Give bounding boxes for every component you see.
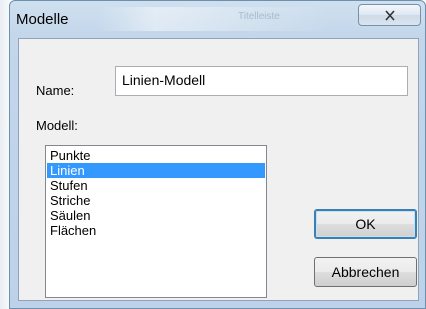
background-desktop [0, 0, 9, 309]
title-bar-glass: Titelleiste [98, 7, 328, 31]
list-item-linien[interactable]: Linien [47, 163, 265, 178]
name-label: Name: [36, 83, 75, 98]
close-button[interactable] [358, 4, 421, 26]
window-title: Modelle [16, 11, 69, 28]
cancel-button[interactable]: Abbrechen [314, 257, 417, 287]
list-item-saeulen[interactable]: Säulen [47, 208, 265, 223]
list-item-stufen[interactable]: Stufen [47, 178, 265, 193]
list-item-striche[interactable]: Striche [47, 193, 265, 208]
close-icon [384, 9, 396, 21]
list-item-flaechen[interactable]: Flächen [47, 223, 265, 238]
dialog-window: Modelle Titelleiste Name: Modell: Punkte… [9, 0, 426, 309]
dialog-client-area: Name: Modell: Punkte Linien Stufen Stric… [18, 38, 419, 301]
blurred-background-text: Titelleiste [238, 11, 280, 22]
modell-listbox[interactable]: Punkte Linien Stufen Striche Säulen Fläc… [45, 145, 267, 298]
name-input[interactable] [115, 66, 408, 96]
list-item-punkte[interactable]: Punkte [47, 148, 265, 163]
ok-button[interactable]: OK [314, 209, 417, 239]
modell-label: Modell: [36, 118, 78, 133]
